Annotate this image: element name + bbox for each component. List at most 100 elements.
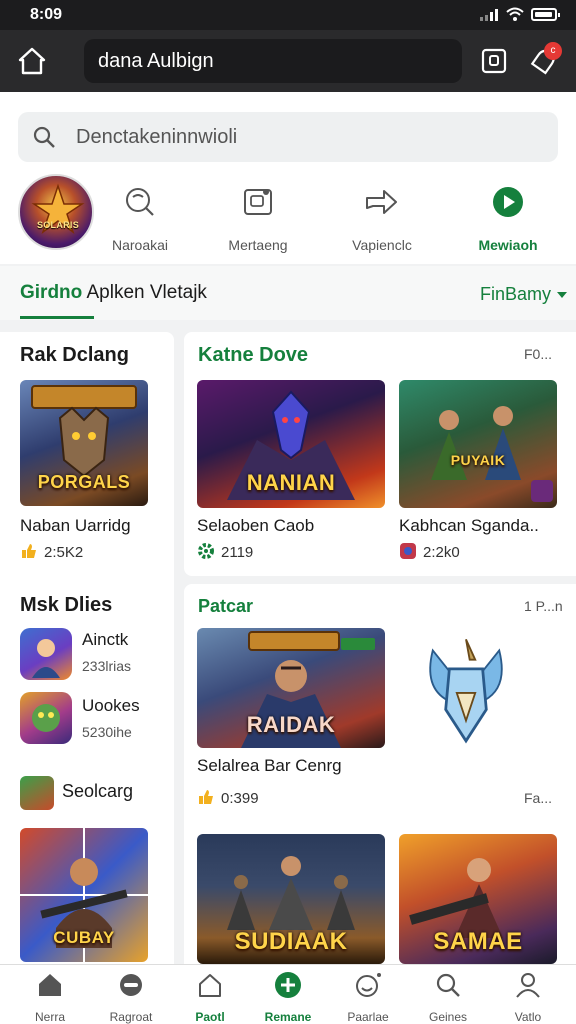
list-item-stat: 233lrias <box>82 658 132 674</box>
game-stat: 0:399 <box>197 788 259 807</box>
category-label: Mertaeng <box>228 237 288 253</box>
search-input[interactable]: Denctakeninnwioli <box>76 112 237 162</box>
share-icon <box>366 190 397 214</box>
nav-item-5[interactable]: Paarlae <box>328 971 408 1024</box>
game-stat-value: 0:399 <box>221 790 259 807</box>
nav-label: Remane <box>264 1010 312 1024</box>
smile-icon <box>356 973 381 997</box>
list-item-icon[interactable] <box>20 692 72 744</box>
house-icon <box>199 974 221 997</box>
section-title-rest: Aplken Vletajk <box>82 282 207 303</box>
nav-item-4[interactable]: Remane <box>248 971 328 1024</box>
url-field[interactable]: dana Aulbign <box>84 39 462 83</box>
nav-label: Ragroat <box>109 1010 153 1024</box>
category-label: Naroakai <box>111 237 169 253</box>
winged-helmet-icon[interactable] <box>416 632 516 752</box>
nav-label: Geines <box>428 1010 468 1024</box>
game-stat-value: 2:5K2 <box>44 544 84 561</box>
category-label: Vapienclc <box>352 237 412 253</box>
battery-icon <box>531 8 560 21</box>
list-item-icon[interactable] <box>20 628 72 680</box>
game-title[interactable]: Kabhcan Sganda.. <box>399 516 539 536</box>
game-thumbnail[interactable]: RAIDAK <box>197 628 385 748</box>
list-item-title[interactable]: Uookes <box>82 696 140 716</box>
section-header: Girdno Aplken Vletajk FinBamy <box>0 266 576 320</box>
game-stat-value: 2119 <box>221 544 254 561</box>
thumbnail-label: RAIDAK <box>246 712 336 737</box>
bottom-navigation: Nerra Ragroat Paotl Remane Paarlae Geine… <box>0 964 576 1024</box>
left-heading-3: Seolcarg <box>62 781 134 801</box>
soldiers-icon <box>431 406 553 502</box>
nav-label: Paotl <box>195 1010 225 1024</box>
game-title[interactable]: Selaoben Caob <box>197 516 314 536</box>
list-item-stat: 5230ihe <box>82 724 132 740</box>
search-icon <box>436 973 460 997</box>
more-dropdown[interactable]: FinBamy <box>480 284 568 305</box>
more-label: FinBamy <box>480 284 552 304</box>
card2-meta: 1 P...n <box>524 598 563 614</box>
avatar[interactable]: SOLARIS <box>18 174 94 250</box>
card2-meta-2: Fa... <box>524 790 553 806</box>
thumbnail-label: CUBAY <box>53 928 115 947</box>
status-bar: 8:09 <box>0 0 576 30</box>
thumbnail-label: SAMAE <box>433 928 523 955</box>
section-title-prefix: Girdno <box>20 282 83 303</box>
category-label: Mewiaoh <box>478 237 538 253</box>
nav-item-7[interactable]: Vatlo <box>488 971 568 1024</box>
header-area: Denctakeninnwioli SOLARIS Naroakai Merta… <box>0 92 576 264</box>
signal-icon <box>480 9 502 21</box>
game-thumbnail[interactable]: NANIAN <box>197 380 385 508</box>
gear-icon <box>198 543 214 559</box>
active-tab-underline <box>20 316 94 319</box>
avatar-label: SOLARIS <box>36 220 80 230</box>
nav-item-1[interactable]: Nerra <box>10 971 90 1024</box>
game-thumbnail[interactable]: PORGALS <box>20 380 148 506</box>
game-stat: 2119 <box>197 542 253 561</box>
thumbnail-label: PUYAIK <box>450 452 506 468</box>
game-stat: 2:5K2 <box>20 542 83 561</box>
thumbs-up-icon <box>22 544 36 558</box>
nav-label: Paarlae <box>347 1010 389 1024</box>
category-row: SOLARIS Naroakai Mertaeng Vapienclc Mewi… <box>0 174 576 264</box>
profile-icon <box>516 973 540 998</box>
game-stat: 2:2k0 <box>399 542 460 561</box>
category-1[interactable]: Naroakai <box>90 174 190 253</box>
game-stat-value: 2:2k0 <box>423 544 460 561</box>
game-thumbnail[interactable]: PUYAIK <box>399 380 557 508</box>
play-icon <box>493 187 523 217</box>
status-time: 8:09 <box>30 6 63 23</box>
gamepad-icon <box>126 188 154 216</box>
category-2[interactable]: Mertaeng <box>208 174 308 253</box>
plus-icon <box>275 972 301 998</box>
card1-meta: F0... <box>524 346 553 362</box>
game-thumbnail[interactable]: SUDIAAK <box>197 834 385 964</box>
thumbnail-label: PORGALS <box>37 472 131 492</box>
game-title[interactable]: Selalrea Bar Cenrg <box>197 756 342 776</box>
search-icon <box>33 126 55 148</box>
list-item-title[interactable]: Ainctk <box>82 630 128 650</box>
game-title[interactable]: Naban Uarridg <box>20 516 131 536</box>
search-bar[interactable]: Denctakeninnwioli <box>18 112 558 162</box>
game-thumbnail[interactable]: SAMAE <box>399 834 557 964</box>
browser-toolbar: dana Aulbign c <box>0 30 576 92</box>
goblin-icon <box>32 704 60 732</box>
home-button[interactable] <box>14 44 50 78</box>
category-3[interactable]: Vapienclc <box>332 174 432 253</box>
gallery-icon <box>244 189 272 215</box>
thumbnail-label: SUDIAAK <box>234 928 348 955</box>
star-emblem-icon <box>31 183 85 234</box>
featured-card-1: Katne Dove F0... NANIAN Selaoben Caob 21… <box>184 332 576 576</box>
card1-heading: Katne Dove <box>198 344 309 366</box>
collage-thumbnail[interactable]: CUBAY <box>20 828 148 962</box>
nav-item-6[interactable]: Geines <box>408 971 488 1024</box>
game-app-icon <box>400 543 416 559</box>
left-heading-1: Rak Dclang <box>20 344 129 366</box>
nav-item-2[interactable]: Ragroat <box>91 971 171 1024</box>
section-icon <box>20 776 54 810</box>
category-4[interactable]: Mewiaoh <box>458 174 558 253</box>
nav-item-3[interactable]: Paotl <box>170 971 250 1024</box>
notification-badge: c <box>544 42 562 60</box>
tabs-button[interactable] <box>478 45 510 77</box>
wifi-icon <box>506 7 524 21</box>
section-title[interactable]: Girdno Aplken Vletajk <box>20 282 207 304</box>
